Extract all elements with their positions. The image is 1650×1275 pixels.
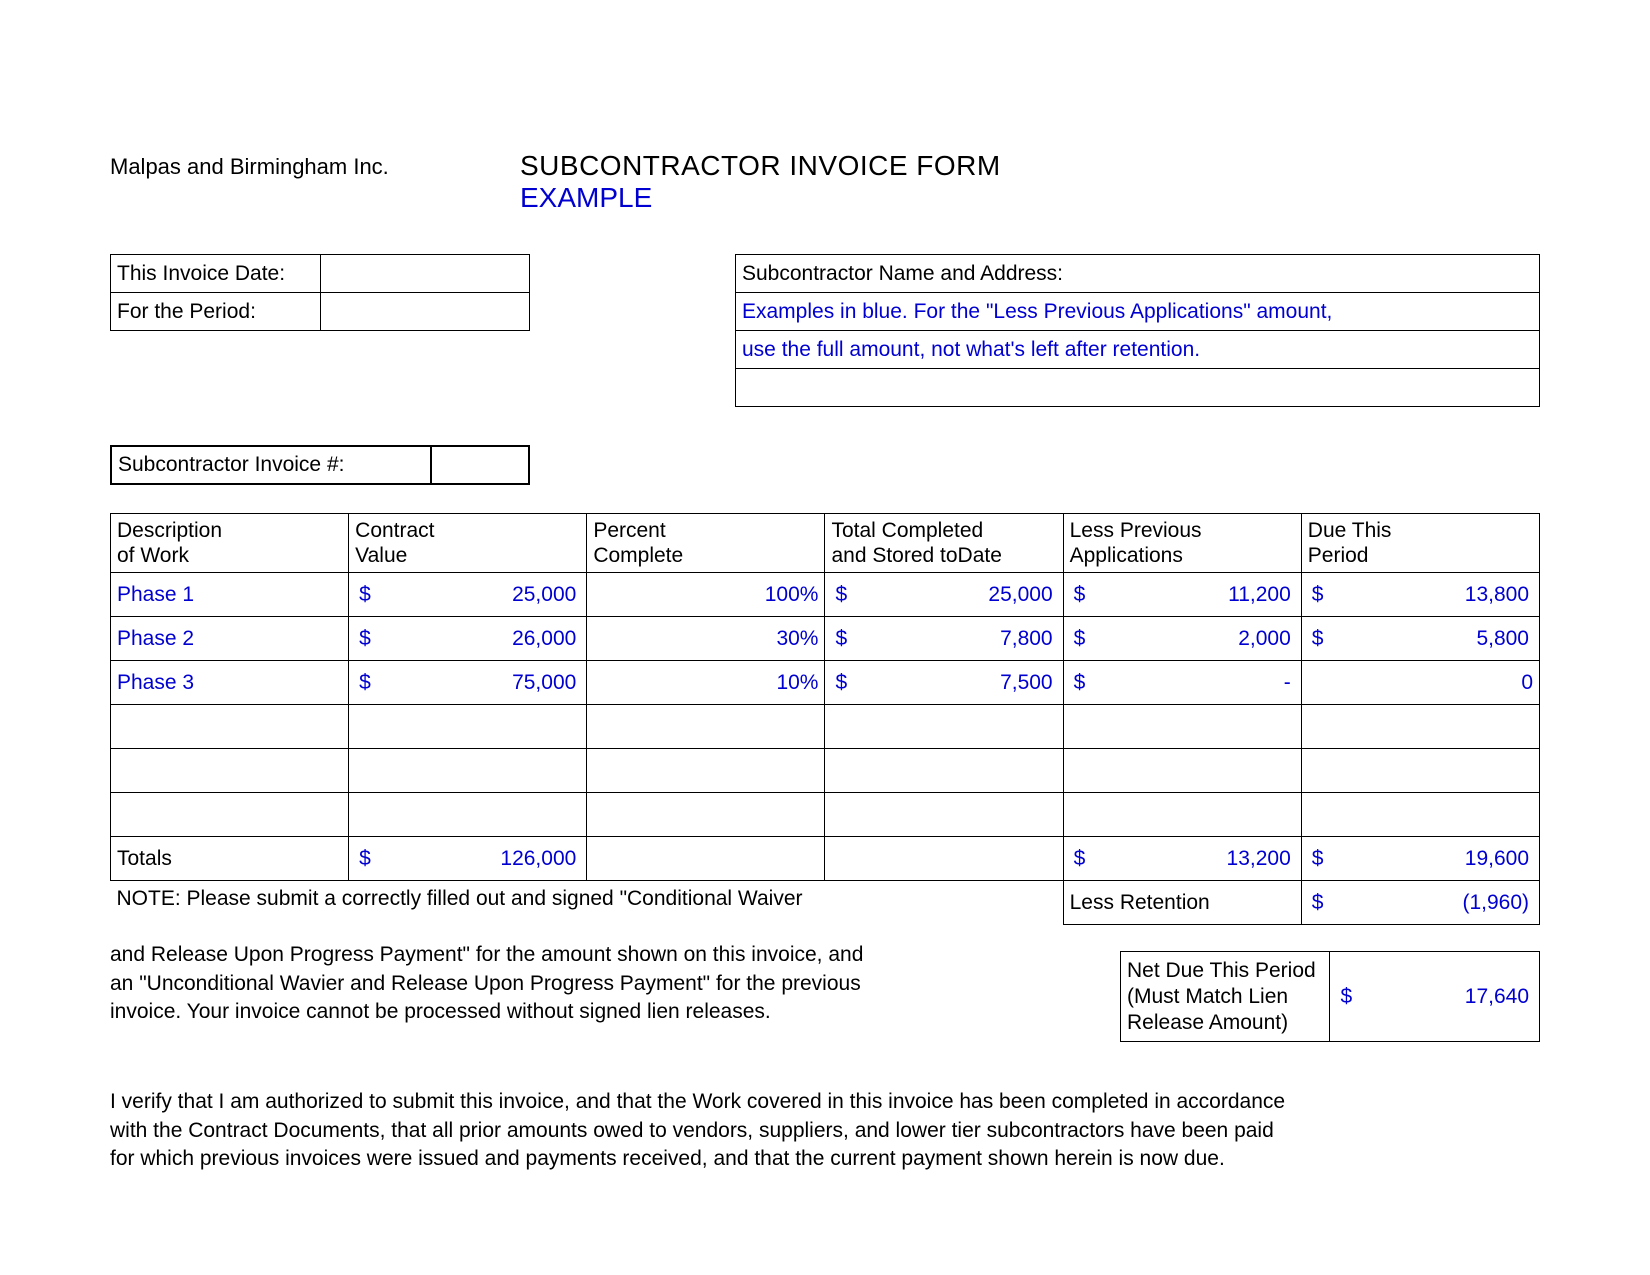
hdr-contract: ContractValue (349, 514, 587, 573)
invoice-date-value[interactable] (321, 255, 530, 293)
verify-line-1: I verify that I am authorized to submit … (110, 1088, 1540, 1116)
example-note-2: use the full amount, not what's left aft… (736, 331, 1540, 369)
info-left: This Invoice Date: For the Period: (110, 254, 530, 407)
invoice-date-label: This Invoice Date: (111, 255, 321, 293)
row-total: $25,000 (825, 573, 1063, 617)
info-right: Subcontractor Name and Address: Examples… (735, 254, 1540, 407)
row-percent: 10% (587, 661, 825, 705)
verify-line-2: with the Contract Documents, that all pr… (110, 1117, 1540, 1145)
totals-label: Totals (111, 837, 349, 881)
sub-name-label: Subcontractor Name and Address: (736, 255, 1540, 293)
example-note-1: Examples in blue. For the "Less Previous… (736, 293, 1540, 331)
note-line-2: and Release Upon Progress Payment" for t… (110, 941, 1100, 969)
company-name: Malpas and Birmingham Inc. (110, 150, 520, 180)
sub-invoice-label: Subcontractor Invoice #: (111, 446, 431, 484)
row-less: $2,000 (1063, 617, 1301, 661)
note-line-1: NOTE: Please submit a correctly filled o… (111, 881, 1064, 925)
row-desc: Phase 3 (111, 661, 349, 705)
hdr-percent: PercentComplete (587, 514, 825, 573)
row-desc: Phase 2 (111, 617, 349, 661)
title-line-2: EXAMPLE (520, 182, 1001, 214)
sub-addr-blank[interactable] (736, 369, 1540, 407)
net-due-box: Net Due This Period(Must Match LienRelea… (1120, 933, 1540, 1042)
row-less: $11,200 (1063, 573, 1301, 617)
hdr-less: Less PreviousApplications (1063, 514, 1301, 573)
form-title: SUBCONTRACTOR INVOICE FORM EXAMPLE (520, 150, 1001, 214)
row-contract: $25,000 (349, 573, 587, 617)
period-value[interactable] (321, 293, 530, 331)
sub-invoice-number-box: Subcontractor Invoice #: (110, 445, 530, 485)
row-less: $- (1063, 661, 1301, 705)
header: Malpas and Birmingham Inc. SUBCONTRACTOR… (110, 150, 1540, 214)
row-contract: $26,000 (349, 617, 587, 661)
row-contract: $75,000 (349, 661, 587, 705)
bottom-section: and Release Upon Progress Payment" for t… (110, 933, 1540, 1042)
hdr-total: Total Completedand Stored toDate (825, 514, 1063, 573)
retention-value: $(1,960) (1301, 881, 1539, 925)
line-items-table: Descriptionof Work ContractValue Percent… (110, 513, 1540, 925)
row-total: $7,800 (825, 617, 1063, 661)
net-due-value: $17,640 (1330, 952, 1540, 1042)
row-due: 0 (1301, 661, 1539, 705)
sub-invoice-value[interactable] (431, 446, 529, 484)
net-due-label: Net Due This Period(Must Match LienRelea… (1121, 952, 1330, 1042)
row-due: $13,800 (1301, 573, 1539, 617)
totals-less: $13,200 (1063, 837, 1301, 881)
row-total: $7,500 (825, 661, 1063, 705)
totals-due: $19,600 (1301, 837, 1539, 881)
verify-statement: I verify that I am authorized to submit … (110, 1088, 1540, 1173)
totals-contract: $126,000 (349, 837, 587, 881)
row-percent: 100% (587, 573, 825, 617)
hdr-description: Descriptionof Work (111, 514, 349, 573)
row-desc: Phase 1 (111, 573, 349, 617)
row-percent: 30% (587, 617, 825, 661)
hdr-due: Due ThisPeriod (1301, 514, 1539, 573)
note-block: and Release Upon Progress Payment" for t… (110, 941, 1120, 1042)
verify-line-3: for which previous invoices were issued … (110, 1145, 1540, 1173)
invoice-page: Malpas and Birmingham Inc. SUBCONTRACTOR… (0, 0, 1650, 1275)
note-line-4: invoice. Your invoice cannot be processe… (110, 998, 1100, 1026)
period-label: For the Period: (111, 293, 321, 331)
title-line-1: SUBCONTRACTOR INVOICE FORM (520, 150, 1001, 182)
note-line-3: an "Unconditional Wavier and Release Upo… (110, 970, 1100, 998)
retention-label: Less Retention (1063, 881, 1301, 925)
info-section: This Invoice Date: For the Period: Subco… (110, 254, 1540, 407)
row-due: $5,800 (1301, 617, 1539, 661)
